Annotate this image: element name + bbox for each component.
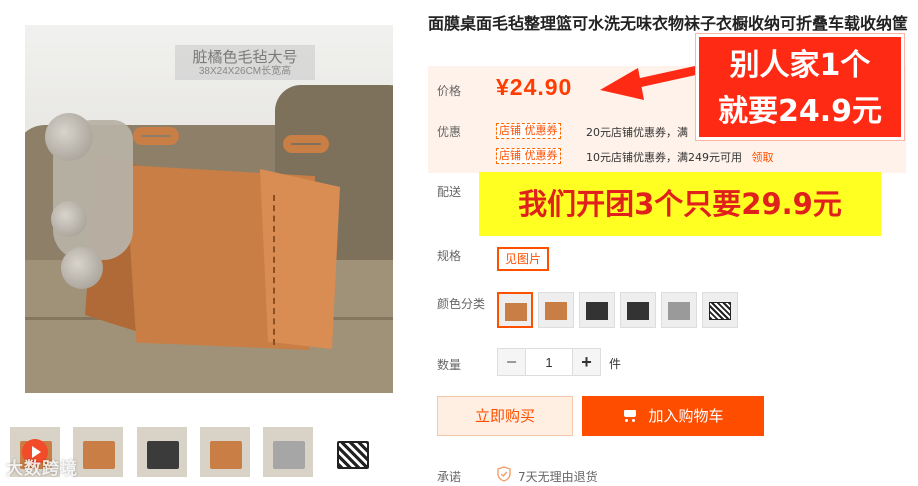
coupon-tag[interactable]: 店铺 优惠券 [496,123,561,139]
pompom [61,247,103,289]
pompom [45,113,93,161]
thumbnail-basket [337,441,369,469]
coupon-text: 20元店铺优惠券，满 [586,126,688,139]
coupon-description: 10元店铺优惠券，满249元可用 [586,151,742,164]
image-caption-title: 脏橘色毛毡大号 [192,48,298,66]
quantity-input[interactable] [526,349,572,375]
plus-icon[interactable]: + [572,349,600,375]
minus-icon[interactable]: − [498,349,526,375]
promise-label: 承诺 [437,470,462,484]
basket-handle-right [283,135,329,153]
main-product-image: 脏橘色毛毡大号 38X24X26CM长宽高 [25,25,393,393]
watermark: 大数跨境 [6,459,78,479]
color-option[interactable] [702,292,738,328]
spec-option[interactable]: 见图片 [497,247,550,271]
color-swatch [668,302,690,320]
color-swatch [627,302,649,320]
red-callout-line1: 别人家1个 [729,48,871,83]
thumbnail[interactable] [73,427,123,477]
color-option[interactable] [579,292,615,328]
red-callout: 别人家1个 就要24.9元 [696,34,904,140]
shield-icon [497,466,511,482]
thumbnail-basket [210,441,242,469]
color-swatch [505,303,527,321]
basket-handle-left [133,127,179,145]
promise-text: 7天无理由退货 [518,470,598,484]
color-swatch [545,302,567,320]
color-option[interactable] [620,292,656,328]
buy-now-button[interactable]: 立即购买 [437,396,573,436]
spec-label: 规格 [437,249,462,263]
cart-icon [622,409,638,422]
thumbnail[interactable] [137,427,187,477]
yellow-callout: 我们开团3个只要29.9元 [479,172,881,236]
basket-front [260,169,340,349]
add-to-cart-button[interactable]: 加入购物车 [582,396,764,436]
color-swatch [586,302,608,320]
quantity-unit: 件 [609,357,622,371]
thumbnail[interactable] [327,427,377,477]
quantity-label: 数量 [437,358,462,372]
thumbnail[interactable] [263,427,313,477]
thumbnail[interactable] [200,427,250,477]
delivery-label: 配送 [437,185,462,199]
thumbnail-basket [83,441,115,469]
color-option[interactable] [538,292,574,328]
claim-coupon-link[interactable]: 领取 [752,151,774,164]
image-caption-size: 38X24X26CM长宽高 [198,66,292,77]
quantity-stepper: − + [497,348,601,376]
coupon-tag[interactable]: 店铺 优惠券 [496,148,561,164]
price-label: 价格 [437,84,462,98]
red-callout-line2: 就要24.9元 [717,94,883,129]
image-caption: 脏橘色毛毡大号 38X24X26CM长宽高 [175,45,315,80]
pompom [51,201,87,237]
coupon-text: 10元店铺优惠券，满249元可用 领取 [586,149,774,165]
basket-stitch [273,195,275,345]
color-option[interactable] [661,292,697,328]
color-option-selected[interactable] [497,292,533,328]
promo-label: 优惠 [437,125,462,139]
color-swatch [709,302,731,320]
price-value: ¥24.90 [496,74,573,100]
product-title: 面膜桌面毛毡整理篮可水洗无味衣物袜子衣橱收纳可折叠车载收纳筐 [428,14,909,33]
thumbnail-basket [273,441,305,469]
thumbnail-basket [147,441,179,469]
add-to-cart-label: 加入购物车 [648,407,724,425]
color-label: 颜色分类 [437,297,486,311]
